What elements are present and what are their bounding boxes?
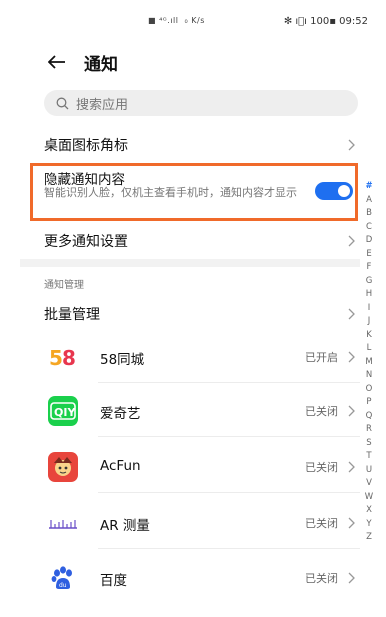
alphabet-index-letter[interactable]: F bbox=[362, 261, 376, 275]
chevron-right-icon bbox=[348, 517, 356, 529]
status-right: ✻ ı⃞ı 100▪ 09:52 bbox=[283, 16, 368, 27]
alphabet-index-letter[interactable]: O bbox=[362, 383, 376, 397]
app-row-acfun[interactable]: AcFun 已关闭 bbox=[44, 446, 360, 486]
hide-content-description: 智能识别人脸，仅机主查看手机时，通知内容才显示 bbox=[44, 186, 297, 199]
baidu-paw-icon: du bbox=[48, 563, 78, 593]
header: 通知 bbox=[46, 48, 346, 76]
alphabet-index-letter[interactable]: K bbox=[362, 329, 376, 343]
alphabet-index-letter[interactable]: M bbox=[362, 356, 376, 370]
alphabet-index-letter[interactable]: I bbox=[362, 302, 376, 316]
alphabet-index-letter[interactable]: W bbox=[362, 491, 376, 505]
chevron-right-icon bbox=[348, 405, 356, 417]
search-icon bbox=[56, 96, 70, 110]
alphabet-index-letter[interactable]: Y bbox=[362, 518, 376, 532]
hide-content-toggle[interactable] bbox=[315, 182, 353, 200]
alphabet-index-letter[interactable]: Z bbox=[362, 531, 376, 545]
row-separator bbox=[98, 382, 360, 383]
acfun-logo-icon bbox=[48, 452, 78, 482]
app-name: 58同城 bbox=[100, 352, 145, 368]
badge-setting-label: 桌面图标角标 bbox=[44, 138, 128, 154]
app-name: AcFun bbox=[100, 458, 141, 474]
row-separator bbox=[98, 436, 360, 437]
alphabet-index-letter[interactable]: L bbox=[362, 342, 376, 356]
app-status: 已关闭 bbox=[305, 461, 338, 474]
network-status: ■ ⁴ᴳ.ıll ₀ K/s bbox=[148, 16, 205, 25]
alphabet-index-letter[interactable]: A bbox=[362, 194, 376, 208]
alphabet-index-letter[interactable]: V bbox=[362, 477, 376, 491]
alphabet-index-letter[interactable]: D bbox=[362, 234, 376, 248]
svg-text:QIY: QIY bbox=[54, 406, 76, 419]
chevron-right-icon bbox=[348, 461, 356, 473]
app-name: 百度 bbox=[100, 573, 127, 589]
search-input[interactable]: 搜索应用 bbox=[44, 90, 358, 116]
app-row-58[interactable]: 5 8 58同城 已开启 bbox=[44, 336, 360, 376]
alphabet-index-letter[interactable]: P bbox=[362, 396, 376, 410]
svg-text:du: du bbox=[59, 582, 67, 589]
app-row-iqiyi[interactable]: QIY 爱奇艺 已关闭 bbox=[44, 390, 360, 430]
alphabet-index-letter[interactable]: T bbox=[362, 450, 376, 464]
svg-text:8: 8 bbox=[62, 346, 76, 369]
alphabet-index-letter[interactable]: B bbox=[362, 207, 376, 221]
back-arrow-icon[interactable] bbox=[46, 51, 68, 73]
iqiyi-logo-icon: QIY bbox=[48, 396, 78, 426]
row-separator bbox=[98, 492, 360, 493]
alphabet-index-letter[interactable]: G bbox=[362, 275, 376, 289]
app-row-baidu[interactable]: du 百度 已关闭 bbox=[44, 557, 360, 597]
alphabet-index[interactable]: # A B C D E F G H I J K L M N O P Q R S T U V W X Y Z bbox=[362, 180, 376, 545]
alphabet-index-letter[interactable]: N bbox=[362, 369, 376, 383]
hide-content-title: 隐藏通知内容 bbox=[44, 172, 125, 188]
app-name: 爱奇艺 bbox=[100, 406, 141, 422]
app-name: AR 测量 bbox=[100, 518, 150, 534]
alphabet-index-letter[interactable]: R bbox=[362, 423, 376, 437]
page-title: 通知 bbox=[84, 54, 118, 75]
app-status: 已关闭 bbox=[305, 517, 338, 530]
batch-manage-row[interactable]: 批量管理 bbox=[44, 302, 360, 326]
alphabet-index-letter[interactable]: U bbox=[362, 464, 376, 478]
chevron-right-icon bbox=[348, 139, 356, 151]
row-separator bbox=[98, 548, 360, 549]
more-settings-label: 更多通知设置 bbox=[44, 234, 128, 250]
alphabet-index-letter[interactable]: Q bbox=[362, 410, 376, 424]
app-status: 已关闭 bbox=[305, 405, 338, 418]
toggle-knob bbox=[338, 185, 350, 197]
alphabet-index-letter[interactable]: X bbox=[362, 504, 376, 518]
chevron-right-icon bbox=[348, 351, 356, 363]
search-placeholder: 搜索应用 bbox=[76, 97, 129, 113]
chevron-right-icon bbox=[348, 308, 356, 320]
chevron-right-icon bbox=[348, 235, 356, 247]
app-row-ar-measure[interactable]: AR 测量 已关闭 bbox=[44, 502, 360, 542]
alphabet-index-letter[interactable]: C bbox=[362, 221, 376, 235]
badge-setting-row[interactable]: 桌面图标角标 bbox=[44, 133, 360, 157]
alphabet-index-letter[interactable]: E bbox=[362, 248, 376, 262]
section-label: 通知管理 bbox=[44, 280, 84, 291]
alphabet-index-letter[interactable]: H bbox=[362, 288, 376, 302]
app-status: 已关闭 bbox=[305, 572, 338, 585]
more-settings-row[interactable]: 更多通知设置 bbox=[44, 229, 360, 253]
alphabet-index-letter[interactable]: J bbox=[362, 315, 376, 329]
ar-measure-icon bbox=[48, 508, 78, 538]
58-logo-icon: 5 8 bbox=[48, 342, 78, 372]
status-bar: ■ ⁴ᴳ.ıll ₀ K/s ✻ ı⃞ı 100▪ 09:52 bbox=[0, 0, 386, 30]
section-divider bbox=[20, 259, 360, 267]
svg-text:5: 5 bbox=[49, 346, 63, 369]
alphabet-index-letter[interactable]: # bbox=[362, 180, 376, 194]
app-status: 已开启 bbox=[305, 351, 338, 364]
alphabet-index-letter[interactable]: S bbox=[362, 437, 376, 451]
chevron-right-icon bbox=[348, 572, 356, 584]
batch-manage-label: 批量管理 bbox=[44, 307, 100, 323]
